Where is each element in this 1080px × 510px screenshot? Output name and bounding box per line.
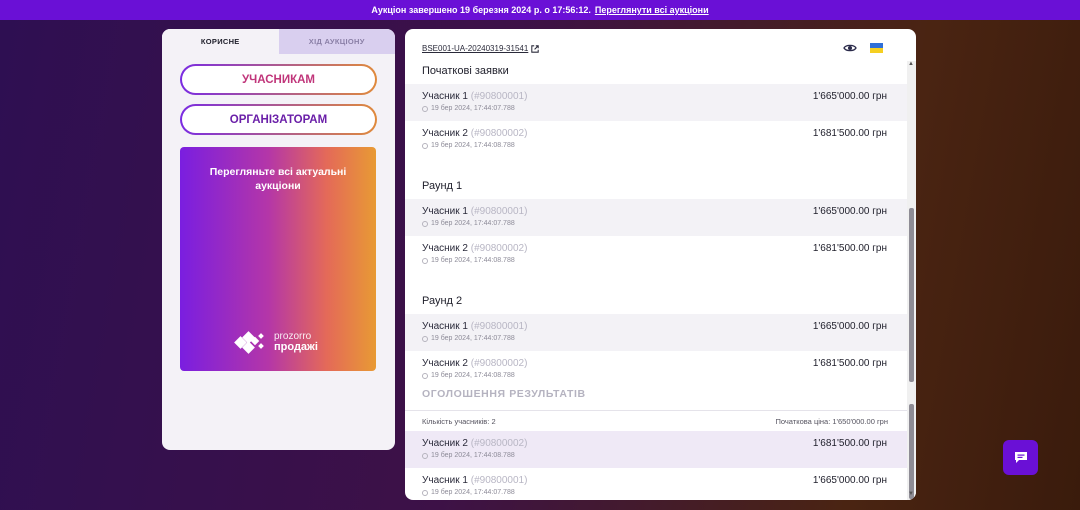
eye-icon[interactable] <box>843 43 857 53</box>
bid-time: 19 бер 2024, 17:44:08.788 <box>431 142 515 149</box>
participant-name: Учасник 2 <box>422 128 468 139</box>
scroll-down-icon[interactable]: ▼ <box>908 491 914 497</box>
auction-finished-banner: Аукціон завершено 19 березня 2024 р. о 1… <box>0 0 1080 20</box>
all-auctions-promo-banner[interactable]: Перегляньте всі актуальні аукціони prozo… <box>180 147 376 371</box>
auction-id-text: BSE001-UA-20240319-31541 <box>422 44 529 53</box>
scroll-thumb-lower[interactable] <box>909 404 914 499</box>
clock-icon <box>422 452 428 459</box>
participant-name: Учасник 2 <box>422 438 468 449</box>
participant-code: (#90800001) <box>470 91 528 102</box>
organizers-button[interactable]: ОРГАНІЗАТОРАМ <box>180 104 377 135</box>
bid-time: 19 бер 2024, 17:44:07.788 <box>431 335 515 342</box>
tab-useful[interactable]: КОРИСНЕ <box>162 29 279 54</box>
bid-amount: 1'665'000.00 грн <box>812 321 887 332</box>
participants-button[interactable]: УЧАСНИКАМ <box>180 64 377 95</box>
participant-code: (#90800002) <box>470 128 528 139</box>
participant-name: Учасник 1 <box>422 321 468 332</box>
bid-row: Учасник 2 (#90800002) 19 бер 2024, 17:44… <box>405 236 907 273</box>
clock-icon <box>422 142 428 149</box>
external-link-icon <box>531 44 540 53</box>
bid-time: 19 бер 2024, 17:44:08.788 <box>431 257 515 264</box>
bid-row: Учасник 1 (#90800001) 19 бер 2024, 17:44… <box>405 199 907 236</box>
auction-progress-panel: BSE001-UA-20240319-31541 Початкові заявк… <box>405 29 916 500</box>
section-title-round-2: Раунд 2 <box>422 295 463 307</box>
participant-code: (#90800001) <box>470 475 528 486</box>
bid-time: 19 бер 2024, 17:44:08.788 <box>431 372 515 379</box>
logo-text-prozorro: prozorro <box>274 331 312 342</box>
clock-icon <box>422 257 428 264</box>
result-row: Учасник 1 (#90800001) 19 бер 2024, 17:44… <box>405 468 907 500</box>
clock-icon <box>422 489 428 496</box>
view-all-auctions-link[interactable]: Переглянути всі аукціони <box>595 5 709 15</box>
clock-icon <box>422 105 428 112</box>
logo-text-prodazhi: продажі <box>274 341 318 353</box>
bid-amount: 1'681'500.00 грн <box>812 128 887 139</box>
bid-amount: 1'665'000.00 грн <box>812 91 887 102</box>
tab-auction-progress[interactable]: ХІД АУКЦІОНУ <box>278 29 395 54</box>
bid-amount: 1'665'000.00 грн <box>812 206 887 217</box>
auction-log: Початкові заявки Учасник 1 (#90800001) 1… <box>405 61 907 500</box>
participant-code: (#90800002) <box>470 358 528 369</box>
participant-name: Учасник 2 <box>422 358 468 369</box>
participant-name: Учасник 1 <box>422 206 468 217</box>
bid-row: Учасник 2 (#90800002) 19 бер 2024, 17:44… <box>405 121 907 158</box>
bid-time: 19 бер 2024, 17:44:07.788 <box>431 220 515 227</box>
scroll-thumb[interactable] <box>909 208 914 382</box>
participant-name: Учасник 2 <box>422 243 468 254</box>
chat-icon <box>1014 452 1027 463</box>
promo-text: Перегляньте всі актуальні аукціони <box>209 166 347 192</box>
bid-amount: 1'681'500.00 грн <box>812 358 887 369</box>
ukraine-flag-icon[interactable] <box>870 43 883 53</box>
prozorro-logo-icon <box>234 330 270 354</box>
bid-amount: 1'681'500.00 грн <box>812 243 887 254</box>
result-row-winner: Учасник 2 (#90800002) 19 бер 2024, 17:44… <box>405 431 907 468</box>
bid-time: 19 бер 2024, 17:44:08.788 <box>431 452 515 459</box>
participant-code: (#90800002) <box>470 438 528 449</box>
initial-price: Початкова ціна: 1'650'000.00 грн <box>775 417 889 426</box>
scroll-up-icon[interactable]: ▲ <box>908 61 914 67</box>
participants-count: Кількість учасників: 2 <box>422 417 496 426</box>
participant-name: Учасник 1 <box>422 91 468 102</box>
divider <box>405 410 907 411</box>
bid-amount: 1'665'000.00 грн <box>812 475 887 486</box>
bid-amount: 1'681'500.00 грн <box>812 438 887 449</box>
useful-panel: КОРИСНЕ ХІД АУКЦІОНУ УЧАСНИКАМ ОРГАНІЗАТ… <box>162 29 395 450</box>
bid-row: Учасник 1 (#90800001) 19 бер 2024, 17:44… <box>405 84 907 121</box>
participant-code: (#90800001) <box>470 206 528 217</box>
participant-code: (#90800002) <box>470 243 528 254</box>
participant-code: (#90800001) <box>470 321 528 332</box>
banner-text: Аукціон завершено 19 березня 2024 р. о 1… <box>371 5 591 15</box>
bid-row: Учасник 1 (#90800001) 19 бер 2024, 17:44… <box>405 314 907 351</box>
participant-name: Учасник 1 <box>422 475 468 486</box>
section-title-initial-bids: Початкові заявки <box>422 65 509 77</box>
bid-time: 19 бер 2024, 17:44:07.788 <box>431 489 515 496</box>
log-scrollbar[interactable]: ▲ ▼ <box>907 61 916 500</box>
clock-icon <box>422 372 428 379</box>
chat-button[interactable] <box>1003 440 1038 475</box>
section-title-round-1: Раунд 1 <box>422 180 463 192</box>
results-title: ОГОЛОШЕННЯ РЕЗУЛЬТАТІВ <box>422 388 586 400</box>
auction-id-link[interactable]: BSE001-UA-20240319-31541 <box>422 44 540 53</box>
panel-tabs: КОРИСНЕ ХІД АУКЦІОНУ <box>162 29 395 54</box>
bid-row: Учасник 2 (#90800002) 19 бер 2024, 17:44… <box>405 351 907 379</box>
bid-time: 19 бер 2024, 17:44:07.788 <box>431 105 515 112</box>
prozorro-logo: prozorro продажі <box>234 330 318 354</box>
clock-icon <box>422 335 428 342</box>
clock-icon <box>422 220 428 227</box>
